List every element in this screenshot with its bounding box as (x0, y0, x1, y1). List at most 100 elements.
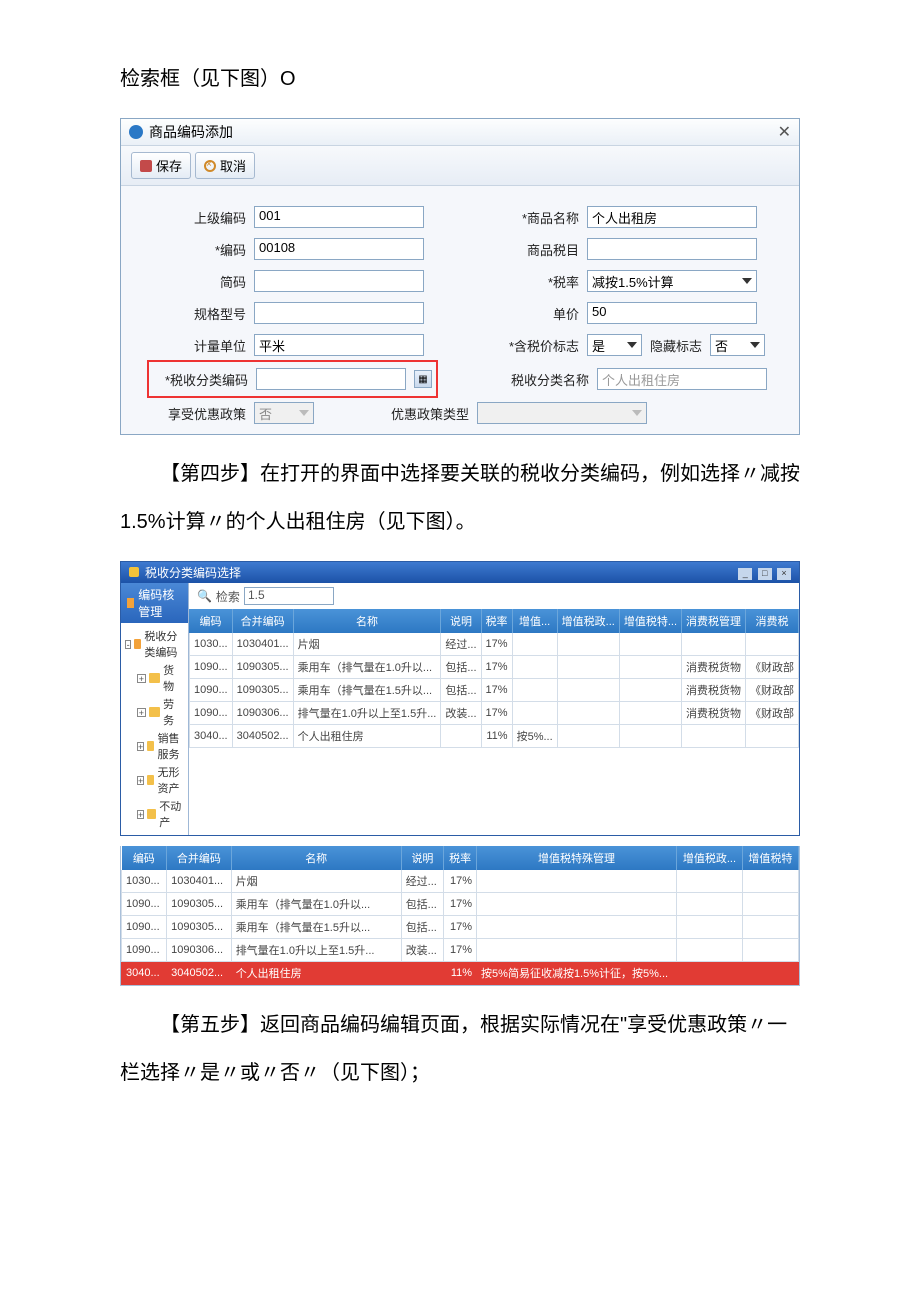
product-name-input[interactable]: 个人出租房 (587, 206, 757, 228)
sidebar-header: 编码核管理 (121, 583, 188, 623)
table-row[interactable]: 1090...1090305...乘用车（排气量在1.5升以...包括...17… (189, 679, 798, 702)
cell (557, 702, 619, 725)
close-icon[interactable]: ✕ (778, 122, 791, 142)
pref-type-select[interactable] (477, 402, 647, 424)
cell (682, 633, 746, 656)
table-row[interactable]: 1090...1090305...乘用车（排气量在1.0升以...包括...17… (189, 656, 798, 679)
col-rate[interactable]: 税率 (481, 609, 512, 633)
cell: 1090... (122, 916, 167, 939)
expand-icon[interactable]: + (137, 708, 146, 717)
search-input[interactable]: 1.5 (244, 587, 334, 605)
tree-label: 无形资产 (157, 764, 183, 796)
table-row[interactable]: 3040...3040502...个人出租住房11%按5%... (189, 725, 798, 748)
table-row[interactable]: 1030...1030401...片烟经过...17% (122, 870, 799, 893)
cell: 乘用车（排气量在1.0升以... (293, 656, 441, 679)
cancel-icon (204, 160, 216, 172)
col-vat-special[interactable]: 增值税特殊管理 (477, 846, 677, 870)
add-product-dialog: 商品编码添加 ✕ 保存 取消 上级编码001 *商品名称个人出租房 *编码001… (120, 118, 800, 435)
lookup-button[interactable]: ▦ (414, 370, 432, 388)
table-row[interactable]: 1030...1030401...片烟经过...17% (189, 633, 798, 656)
collapse-icon[interactable]: - (125, 640, 131, 649)
tax-class-code-label: *税收分类编码 (153, 370, 248, 389)
tree-node-5[interactable]: +不动产 (137, 797, 184, 831)
maximize-icon[interactable]: □ (758, 568, 772, 580)
hidden-flag-select[interactable]: 否 (710, 334, 765, 356)
selected-row[interactable]: 3040... 3040502... 个人出租住房 11% 按5%简易征收减按1… (122, 962, 799, 985)
cell (477, 893, 677, 916)
table-row[interactable]: 1090...1090306...排气量在1.0升以上至1.5升...改装...… (122, 939, 799, 962)
cell: 片烟 (293, 633, 441, 656)
step-4-text: 【第四步】在打开的界面中选择要关联的税收分类编码，例如选择〃减按 1.5%计算〃… (120, 450, 800, 546)
close-icon[interactable]: × (777, 568, 791, 580)
chevron-down-icon (742, 278, 752, 284)
cell: 包括... (401, 893, 444, 916)
expand-icon[interactable]: + (137, 810, 144, 819)
tax-class-name-input[interactable]: 个人出租住房 (597, 368, 767, 390)
cell (557, 633, 619, 656)
col-vat-pol[interactable]: 增值税政... (557, 609, 619, 633)
col-code[interactable]: 编码 (189, 609, 232, 633)
tree-node-3[interactable]: +销售服务 (137, 729, 184, 763)
table-row[interactable]: 1090...1090305...乘用车（排气量在1.0升以...包括...17… (122, 893, 799, 916)
cell: 1030401... (232, 633, 293, 656)
col-rate[interactable]: 税率 (444, 846, 477, 870)
short-code-input[interactable] (254, 270, 424, 292)
spec-input[interactable] (254, 302, 424, 324)
win2-titlebar: 税收分类编码选择 _ □ × (121, 562, 799, 583)
tax-class-name-label: 税收分类名称 (494, 370, 589, 389)
cell (677, 916, 743, 939)
col-code[interactable]: 编码 (122, 846, 167, 870)
cell: 1090305... (167, 916, 232, 939)
cell: 17% (481, 633, 512, 656)
expand-icon[interactable]: + (137, 674, 146, 683)
col-cons-mgmt[interactable]: 消费税管理 (682, 609, 746, 633)
col-merge-code[interactable]: 合并编码 (232, 609, 293, 633)
table-row[interactable]: 1090...1090305...乘用车（排气量在1.5升以...包括...17… (122, 916, 799, 939)
col-desc[interactable]: 说明 (441, 609, 481, 633)
cell: 乘用车（排气量在1.0升以... (231, 893, 401, 916)
cell: 1090... (122, 893, 167, 916)
product-tax-input[interactable] (587, 238, 757, 260)
tree-node-4[interactable]: + 无形资产 (137, 763, 184, 797)
col-name[interactable]: 名称 (231, 846, 401, 870)
col-name[interactable]: 名称 (293, 609, 441, 633)
preferential-select[interactable]: 否 (254, 402, 314, 424)
cell (557, 725, 619, 748)
tree-label: 税收分类编码 (144, 628, 184, 660)
cell: 17% (444, 939, 477, 962)
parent-code-input[interactable]: 001 (254, 206, 424, 228)
folder-icon (147, 741, 154, 751)
col-vat-spec2[interactable]: 增值税特 (742, 846, 798, 870)
unit-price-input[interactable]: 50 (587, 302, 757, 324)
chevron-down-icon (632, 410, 642, 416)
save-button[interactable]: 保存 (131, 152, 191, 179)
tree-root[interactable]: - 税收分类编码 (125, 627, 184, 661)
tree-label: 劳务 (163, 696, 184, 728)
tax-class-code-input[interactable] (256, 368, 406, 390)
tree-node-2[interactable]: + 劳务 (137, 695, 184, 729)
col-cons-tax[interactable]: 消费税 (746, 609, 799, 633)
expand-icon[interactable]: + (137, 776, 144, 785)
col-desc[interactable]: 说明 (401, 846, 444, 870)
cancel-button[interactable]: 取消 (195, 152, 255, 179)
folder-icon (149, 707, 160, 717)
col-vat-spec[interactable]: 增值税特... (619, 609, 681, 633)
cell: 个人出租住房 (293, 725, 441, 748)
unit-input[interactable]: 平米 (254, 334, 424, 356)
cell: 《财政部 (746, 679, 799, 702)
cell: 17% (481, 679, 512, 702)
table-row[interactable]: 1090...1090306...排气量在1.0升以上至1.5升...改装...… (189, 702, 798, 725)
folder-icon (147, 775, 154, 785)
tax-inc-flag-select[interactable]: 是 (587, 334, 642, 356)
cell: 1030... (122, 870, 167, 893)
intro-line-1: 检索框（见下图）O (120, 55, 800, 103)
tree-node-1[interactable]: +货物 (137, 661, 184, 695)
col-vat[interactable]: 增值... (512, 609, 557, 633)
code-input[interactable]: 00108 (254, 238, 424, 260)
tax-rate-select[interactable]: 减按1.5%计算 (587, 270, 757, 292)
col-merge-code[interactable]: 合并编码 (167, 846, 232, 870)
cell: 改装... (441, 702, 481, 725)
minimize-icon[interactable]: _ (738, 568, 752, 580)
expand-icon[interactable]: + (137, 742, 144, 751)
col-vat-pol[interactable]: 增值税政... (677, 846, 743, 870)
